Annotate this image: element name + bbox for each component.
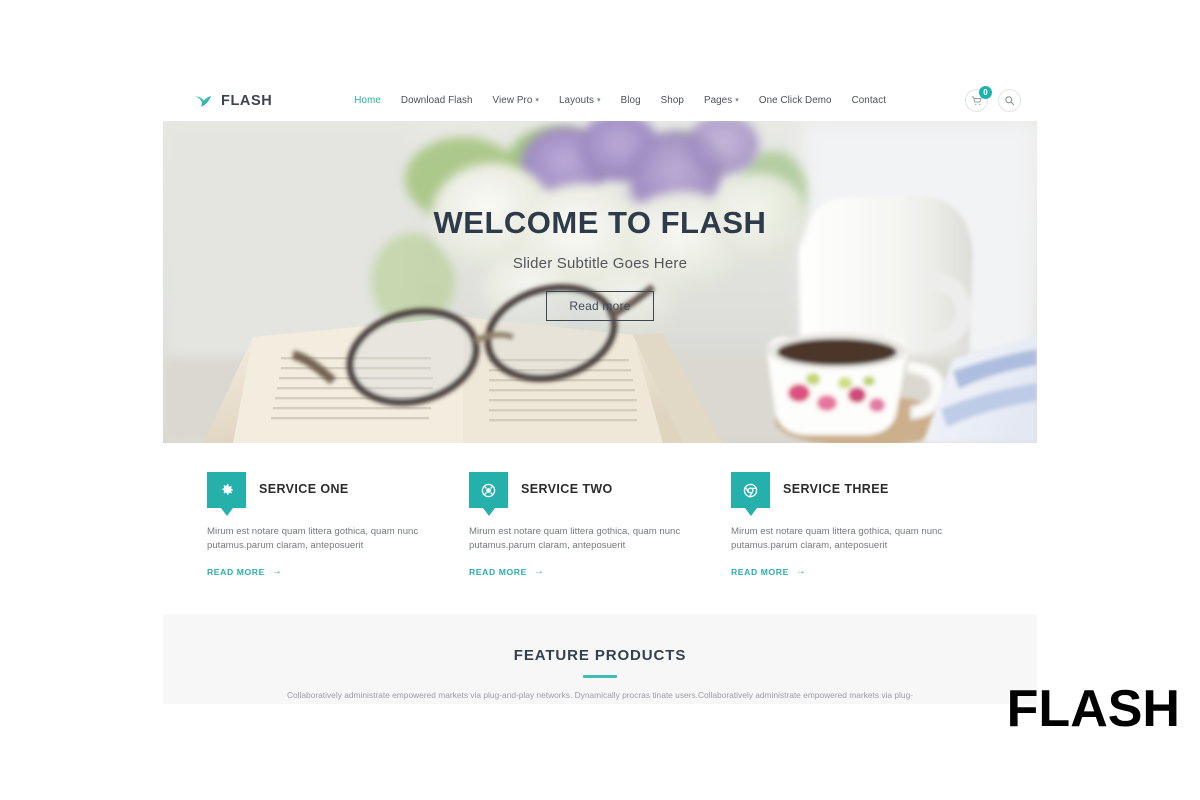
service-header: SERVICE THREE: [731, 472, 965, 508]
service-icon-badge: [731, 472, 770, 508]
chevron-down-icon: ▾: [535, 97, 539, 104]
nav-item-one-click-demo[interactable]: One Click Demo: [749, 95, 842, 106]
gear-icon: [221, 483, 233, 495]
hero-subtitle: Slider Subtitle Goes Here: [512, 255, 688, 272]
nav-label: Layouts: [559, 95, 595, 106]
overlay-watermark-text: FLASH: [1006, 680, 1180, 738]
service-description: Mirum est notare quam littera gothica, q…: [731, 526, 943, 551]
service-header: SERVICE ONE: [207, 472, 441, 508]
service-icon-badge: [207, 472, 246, 508]
arrow-right-icon: →: [795, 566, 807, 578]
feature-products-title: FEATURE PRODUCTS: [513, 646, 687, 664]
brand-logo[interactable]: FLASH: [193, 91, 272, 111]
nav-label: One Click Demo: [758, 95, 832, 106]
screenshot-canvas: FLASH Home Download Flash View Pro ▾ Layo…: [0, 0, 1200, 800]
services-section: SERVICE ONE Mirum est notare quam litter…: [163, 443, 1037, 614]
chrome-icon: [743, 483, 758, 498]
service-card-three: SERVICE THREE Mirum est notare quam litt…: [731, 472, 993, 580]
service-title: SERVICE THREE: [783, 482, 889, 496]
service-card-two: SERVICE TWO Mirum est notare quam litter…: [469, 472, 731, 580]
feature-products-description: Collaboratively administrate empowered m…: [286, 689, 914, 700]
chevron-down-icon: ▾: [735, 97, 739, 104]
site-header: FLASH Home Download Flash View Pro ▾ Layo…: [163, 80, 1037, 121]
cart-button[interactable]: 0: [965, 86, 992, 112]
nav-item-layouts[interactable]: Layouts ▾: [549, 95, 611, 106]
flash-bird-logo-icon: [195, 95, 211, 107]
service-read-more-link[interactable]: READ MORE →: [731, 566, 807, 577]
service-header: SERVICE TWO: [469, 472, 703, 508]
service-read-more-link[interactable]: READ MORE →: [207, 566, 283, 577]
service-read-more-label: READ MORE: [731, 566, 789, 577]
cart-count-badge: 0: [979, 86, 992, 99]
lifebuoy-icon: [481, 483, 496, 497]
hero-title: WELCOME TO FLASH: [433, 205, 767, 240]
nav-item-contact[interactable]: Contact: [842, 95, 896, 106]
arrow-right-icon: →: [533, 566, 545, 578]
feature-products-section: FEATURE PRODUCTS Collaboratively adminis…: [163, 613, 1037, 704]
service-read-more-label: READ MORE: [207, 566, 265, 577]
search-icon: [1005, 96, 1015, 106]
brand-name: FLASH: [221, 92, 273, 109]
website-preview: FLASH Home Download Flash View Pro ▾ Layo…: [163, 80, 1037, 707]
chevron-down-icon: ▾: [597, 97, 601, 104]
nav-label: Home: [354, 95, 381, 106]
nav-label: Download Flash: [400, 95, 473, 106]
service-description: Mirum est notare quam littera gothica, q…: [469, 526, 681, 551]
service-card-one: SERVICE ONE Mirum est notare quam litter…: [207, 472, 469, 580]
main-navigation: Home Download Flash View Pro ▾ Layouts ▾ B…: [344, 95, 896, 106]
nav-item-view-pro[interactable]: View Pro ▾: [483, 95, 549, 106]
hero-read-more-button[interactable]: Read more: [546, 291, 654, 321]
nav-label: View Pro: [492, 95, 533, 106]
search-button[interactable]: [998, 89, 1021, 112]
nav-label: Blog: [620, 95, 641, 106]
arrow-right-icon: →: [271, 566, 283, 578]
nav-item-home[interactable]: Home: [344, 95, 391, 106]
nav-item-shop[interactable]: Shop: [651, 95, 694, 106]
service-title: SERVICE ONE: [259, 482, 349, 496]
nav-label: Pages: [703, 95, 733, 106]
service-read-more-label: READ MORE: [469, 566, 527, 577]
nav-item-pages[interactable]: Pages ▾: [694, 95, 749, 106]
hero-slider: WELCOME TO FLASH Slider Subtitle Goes He…: [163, 121, 1037, 443]
nav-label: Shop: [660, 95, 684, 106]
service-description: Mirum est notare quam littera gothica, q…: [207, 526, 419, 551]
service-title: SERVICE TWO: [521, 482, 613, 496]
title-underline-divider: [583, 674, 617, 678]
nav-label: Contact: [851, 95, 887, 106]
header-tools: 0: [965, 86, 1021, 112]
nav-item-download-flash[interactable]: Download Flash: [391, 95, 483, 106]
service-read-more-link[interactable]: READ MORE →: [469, 566, 545, 577]
nav-item-blog[interactable]: Blog: [611, 95, 651, 106]
service-icon-badge: [469, 472, 508, 508]
hero-content: WELCOME TO FLASH Slider Subtitle Goes He…: [163, 121, 1037, 443]
